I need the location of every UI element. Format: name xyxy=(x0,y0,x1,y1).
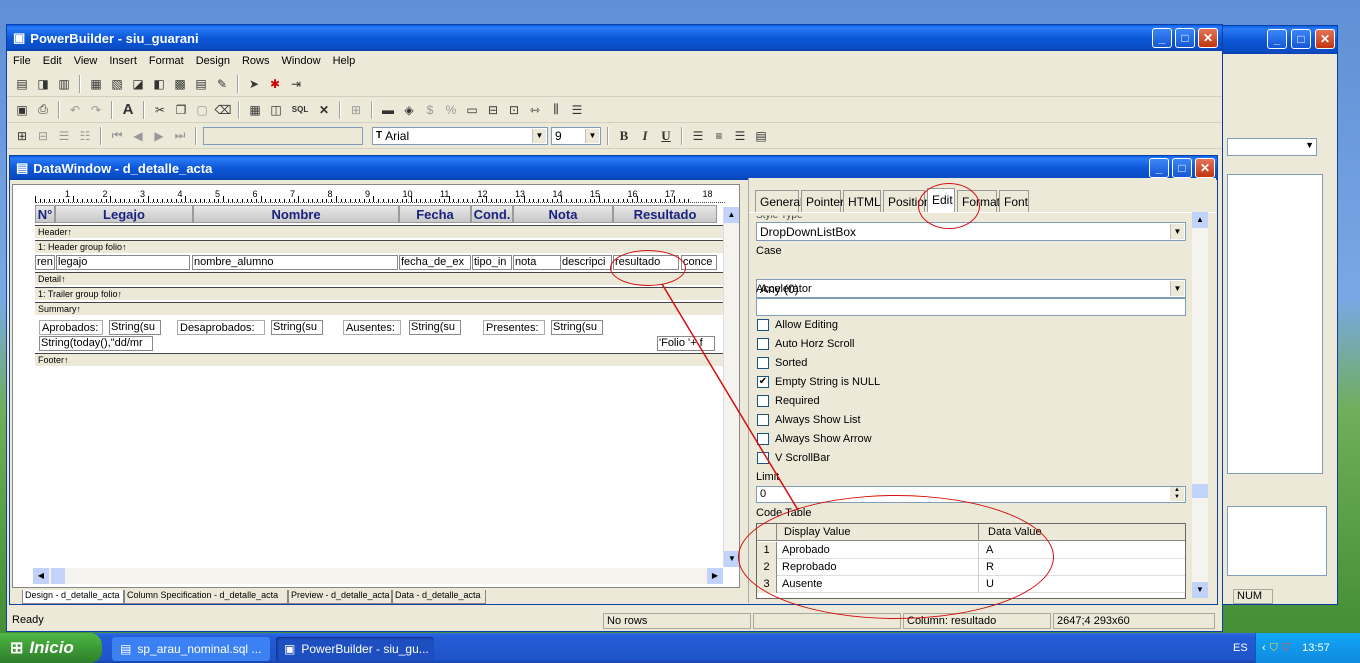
security-alert-icon[interactable]: ⛉ xyxy=(1282,642,1290,655)
task-sql[interactable]: ▤ sp_arau_nominal.sql ... xyxy=(112,637,270,661)
task-pb-label: PowerBuilder - siu_gu... xyxy=(301,642,429,656)
annotation-arrow xyxy=(661,283,799,511)
system-tray: ‹ ⛉ ⛉ 13:57 xyxy=(1255,633,1360,663)
shield-icon[interactable]: ⛉ xyxy=(1270,642,1278,655)
sql-file-icon: ▤ xyxy=(120,642,132,656)
task-sql-label: sp_arau_nominal.sql ... xyxy=(137,642,262,656)
clock: 13:57 xyxy=(1302,642,1330,654)
task-powerbuilder[interactable]: ▣ PowerBuilder - siu_gu... xyxy=(276,637,434,661)
tray-arrow-icon[interactable]: ‹ xyxy=(1262,642,1266,654)
windows-logo-icon: ⊞ xyxy=(10,640,24,657)
start-button[interactable]: ⊞ Inicio xyxy=(0,633,102,663)
taskbar: ⊞ Inicio ▤ sp_arau_nominal.sql ... ▣ Power… xyxy=(0,633,1360,663)
powerbuilder-icon: ▣ xyxy=(284,642,296,656)
start-label: Inicio xyxy=(29,638,74,657)
lang-indicator[interactable]: ES xyxy=(1233,642,1248,654)
